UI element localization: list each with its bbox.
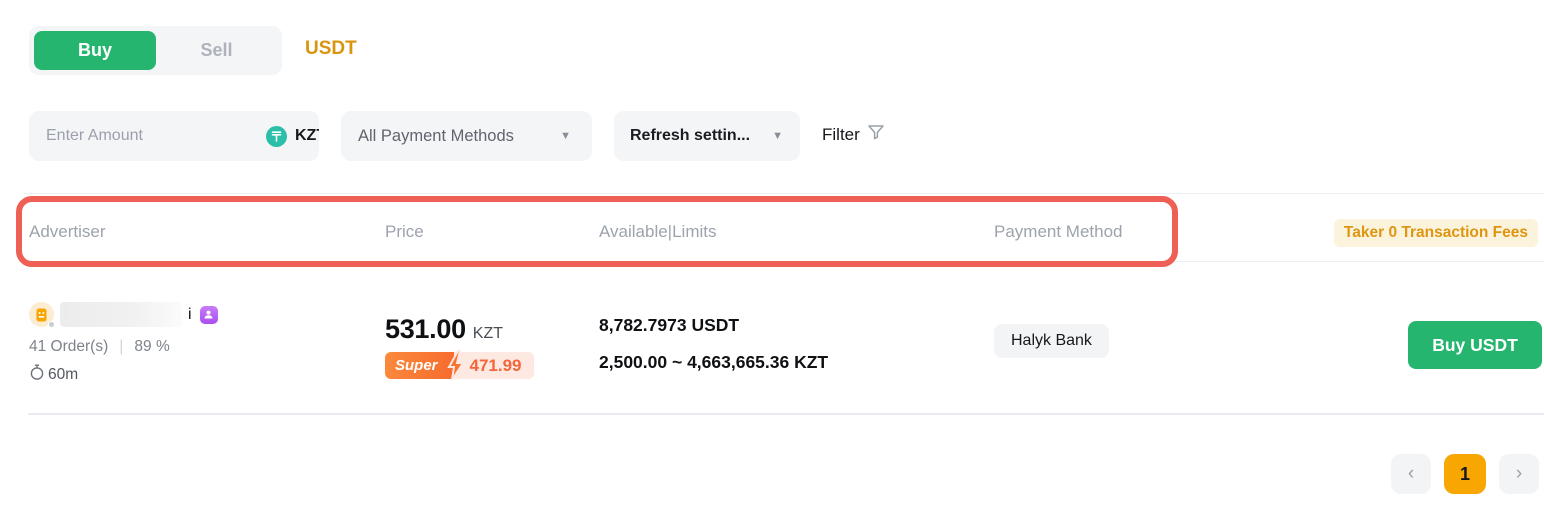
lightning-icon — [445, 349, 467, 387]
price: 531.00 KZT — [385, 314, 534, 345]
stopwatch-icon — [29, 364, 45, 386]
buy-usdt-button[interactable]: Buy USDT — [1408, 321, 1542, 369]
filter-button[interactable]: Filter — [822, 123, 885, 146]
chevron-down-icon: ▼ — [772, 130, 783, 142]
super-price-badge: Super 471.99 — [385, 352, 534, 379]
currency-select[interactable]: KZT ▼ — [253, 111, 319, 161]
fee-badge: Taker 0 Transaction Fees — [1334, 219, 1538, 247]
amount-filter-group: KZT ▼ — [29, 111, 319, 161]
row-divider — [28, 413, 1544, 415]
filter-label: Filter — [822, 125, 860, 145]
payment-window-value: 60m — [48, 366, 78, 384]
avatar — [29, 302, 54, 327]
filter-row: KZT ▼ All Payment Methods ▼ Refresh sett… — [0, 111, 1544, 161]
advertiser-profile[interactable]: i — [29, 302, 218, 327]
currency-code: KZT — [295, 127, 319, 145]
advertiser-name-suffix: i — [188, 306, 192, 324]
verified-merchant-icon — [200, 306, 218, 324]
price-currency: KZT — [473, 325, 503, 343]
pagination-current-page[interactable]: 1 — [1444, 454, 1486, 494]
tenge-coin-icon — [266, 126, 287, 147]
advertiser-stats: 41 Order(s) | 89 % — [29, 338, 218, 356]
advertiser-name-redacted — [60, 302, 182, 327]
stat-divider: | — [119, 338, 123, 356]
asset-selector[interactable]: USDT — [305, 38, 357, 60]
table-row-available-cell: 8,782.7973 USDT 2,500.00 ~ 4,663,665.36 … — [599, 315, 828, 373]
chevron-down-icon: ▼ — [560, 130, 571, 142]
tab-sell[interactable]: Sell — [156, 40, 277, 61]
order-count: 41 Order(s) — [29, 338, 108, 356]
column-header-advertiser: Advertiser — [29, 222, 106, 242]
pagination-next-button[interactable]: › — [1499, 454, 1539, 494]
column-header-price: Price — [385, 222, 424, 242]
pagination-prev-button[interactable]: ‹ — [1391, 454, 1431, 494]
table-row-advertiser-cell: i 41 Order(s) | 89 % 60m — [29, 302, 218, 386]
refresh-settings-dropdown[interactable]: Refresh settin... ▼ — [614, 111, 800, 161]
price-value: 531.00 — [385, 314, 466, 345]
table-top-border — [24, 193, 1544, 194]
super-label: Super — [385, 352, 454, 379]
funnel-icon — [867, 123, 885, 146]
payment-methods-label: All Payment Methods — [358, 127, 514, 146]
amount-input[interactable] — [29, 111, 253, 161]
column-header-payment-method: Payment Method — [994, 222, 1123, 242]
status-dot — [48, 321, 55, 328]
order-limits: 2,500.00 ~ 4,663,665.36 KZT — [599, 352, 828, 373]
buy-sell-toggle: Buy Sell — [29, 26, 282, 75]
available-amount: 8,782.7973 USDT — [599, 315, 828, 336]
tab-buy[interactable]: Buy — [34, 31, 156, 70]
refresh-settings-label: Refresh settin... — [630, 127, 750, 145]
pagination: ‹ 1 › — [1391, 454, 1539, 494]
table-header-border — [24, 261, 1544, 262]
payment-window: 60m — [29, 364, 218, 386]
completion-rate: 89 % — [134, 338, 169, 356]
payment-methods-dropdown[interactable]: All Payment Methods ▼ — [341, 111, 592, 161]
payment-method-chip: Halyk Bank — [994, 324, 1109, 358]
column-header-available-limits: Available|Limits — [599, 222, 717, 242]
table-row-price-cell: 531.00 KZT Super 471.99 — [385, 314, 534, 379]
